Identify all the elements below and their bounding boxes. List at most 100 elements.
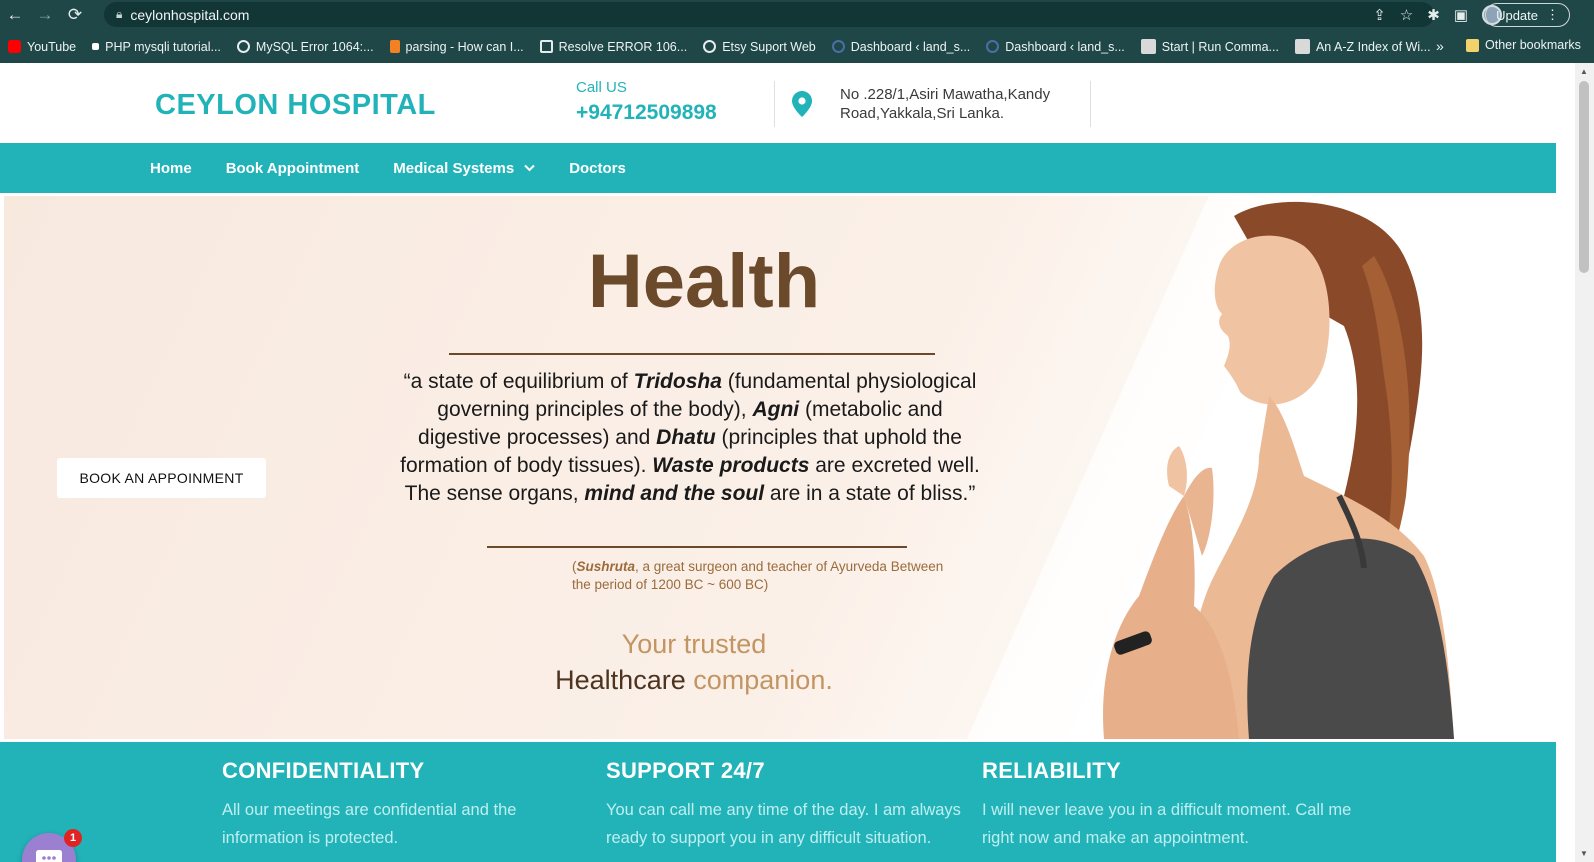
divider — [774, 81, 775, 127]
feature-title: RELIABILITY — [982, 758, 1121, 783]
quote-emphasis: Dhatu — [656, 426, 716, 449]
bookmark-item[interactable]: Start | Run Comma... — [1140, 39, 1279, 54]
divider — [1090, 81, 1091, 127]
bookmark-label: MySQL Error 1064:... — [255, 39, 374, 54]
browser-toolbar: ← → ⟳ 🔒︎ ceylonhospital.com ⇪ ☆ ✱ ▣ Upda… — [0, 0, 1594, 30]
bookmark-label: YouTube — [27, 39, 77, 54]
nav-medical-label: Medical Systems — [393, 159, 515, 177]
bookmark-item[interactable]: An A-Z Index of Wi... — [1294, 39, 1431, 54]
bookmark-label: Dashboard ‹ land_s... — [850, 39, 971, 54]
address-bar[interactable]: 🔒︎ ceylonhospital.com — [104, 2, 1434, 27]
bookmarks-bar: YouTube PHP mysqli tutorial... MySQL Err… — [0, 30, 1594, 63]
feature-support: SUPPORT 24/7 You can call me any time of… — [606, 758, 976, 852]
site-logo[interactable]: CEYLON HOSPITAL — [155, 89, 436, 122]
scrollbar-thumb[interactable] — [1579, 81, 1589, 273]
page-scrollbar[interactable]: ▲ ▼ — [1575, 63, 1594, 862]
nav-book-appointment[interactable]: Book Appointment — [226, 160, 360, 177]
bookmark-item[interactable]: Dashboard ‹ land_s... — [831, 39, 971, 54]
stackoverflow-icon — [389, 40, 400, 53]
bookmark-label: PHP mysqli tutorial... — [105, 39, 221, 54]
update-button[interactable]: Update ⋮ — [1485, 3, 1570, 27]
feature-reliability: RELIABILITY I will never leave you in a … — [982, 758, 1352, 852]
reload-icon[interactable]: ⟳ — [60, 0, 90, 30]
extensions-icon[interactable]: ✱ — [1427, 6, 1440, 24]
quote-attribution: (Sushruta, a great surgeon and teacher o… — [572, 558, 952, 594]
other-bookmarks-label: Other bookmarks — [1485, 38, 1581, 52]
nav-book-label: Book Appointment — [225, 159, 360, 177]
forward-icon[interactable]: → — [30, 0, 60, 30]
book-appointment-button[interactable]: BOOK AN APPOINMENT — [57, 458, 266, 498]
bookmark-item[interactable]: MySQL Error 1064:... — [236, 39, 374, 54]
web-page: CEYLON HOSPITAL Call US +94712509898 No … — [0, 63, 1575, 862]
quote-text: “a state of equilibrium of — [403, 370, 634, 393]
bookmark-label: parsing - How can I... — [405, 39, 524, 54]
notification-badge: 1 — [64, 829, 82, 847]
feature-text: All our meetings are confidential and th… — [222, 801, 517, 847]
bookmark-item[interactable]: PHP mysqli tutorial... — [92, 40, 221, 54]
more-bookmarks-icon[interactable]: » — [1436, 38, 1444, 54]
address-text: No .228/1,Asiri Mawatha,Kandy Road,Yakka… — [840, 86, 1051, 122]
hero-title: Health — [587, 239, 821, 324]
chat-bubble-icon — [36, 850, 62, 862]
bookmark-label: An A-Z Index of Wi... — [1315, 39, 1431, 54]
scroll-up-icon[interactable]: ▲ — [1580, 67, 1588, 76]
location-pin-icon — [792, 91, 812, 117]
youtube-icon — [8, 40, 21, 53]
page-icon — [92, 43, 100, 50]
tagline-dark: Healthcare — [555, 665, 686, 695]
lock-icon: 🔒︎ — [116, 7, 123, 21]
feature-confidentiality: CONFIDENTIALITY All our meetings are con… — [222, 758, 592, 852]
bookmark-label: Dashboard ‹ land_s... — [1005, 39, 1125, 54]
feature-text: I will never leave you in a difficult mo… — [982, 801, 1352, 847]
url-text: ceylonhospital.com — [130, 6, 250, 23]
divider — [449, 353, 935, 355]
feature-text: You can call me any time of the day. I a… — [606, 801, 961, 847]
globe-icon — [703, 40, 717, 53]
phone-number[interactable]: +94712509898 — [576, 101, 717, 125]
share-icon[interactable]: ⇪ — [1373, 6, 1386, 24]
wordpress-icon — [831, 40, 845, 53]
feature-title: SUPPORT 24/7 — [606, 758, 765, 783]
bookmark-item[interactable]: YouTube — [8, 40, 76, 54]
feature-title: CONFIDENTIALITY — [222, 758, 425, 783]
back-icon[interactable]: ← — [0, 0, 30, 30]
menu-kebab-icon: ⋮ — [1546, 7, 1559, 22]
folder-icon — [1466, 38, 1479, 52]
nav-home[interactable]: Home — [150, 160, 192, 177]
bookmark-item[interactable]: Resolve ERROR 106... — [539, 39, 688, 54]
bookmark-item[interactable]: parsing - How can I... — [389, 39, 524, 54]
quote-emphasis: mind and the soul — [584, 482, 765, 505]
update-label: Update — [1496, 7, 1538, 23]
other-bookmarks[interactable]: Other bookmarks — [1466, 38, 1581, 52]
quote-emphasis: Tridosha — [633, 370, 722, 393]
site-icon — [539, 40, 553, 53]
bookmark-label: Start | Run Comma... — [1161, 39, 1279, 54]
star-icon[interactable]: ☆ — [1400, 6, 1413, 24]
nav-doctors-label: Doctors — [569, 159, 626, 177]
page-icon — [1140, 39, 1156, 54]
side-panel-icon[interactable]: ▣ — [1454, 6, 1468, 24]
chevron-down-icon — [524, 164, 535, 172]
bookmark-label: Resolve ERROR 106... — [558, 39, 688, 54]
quote-emphasis: Waste products — [652, 454, 810, 477]
page-icon — [1294, 39, 1310, 54]
hero-section: BOOK AN APPOINMENT Health “a state of eq… — [4, 196, 1546, 739]
nav-home-label: Home — [150, 159, 192, 177]
quote-text: are in a state of bliss.” — [764, 482, 976, 505]
bookmark-label: Etsy Suport Web — [722, 39, 816, 54]
nav-doctors[interactable]: Doctors — [569, 160, 626, 177]
nav-medical-systems[interactable]: Medical Systems — [393, 160, 535, 177]
call-label: Call US — [576, 79, 627, 96]
divider — [487, 546, 907, 548]
features-strip: CONFIDENTIALITY All our meetings are con… — [0, 742, 1556, 862]
bookmark-item[interactable]: Dashboard ‹ land_s... — [986, 40, 1125, 54]
quote-emphasis: Agni — [752, 398, 800, 421]
scroll-down-icon[interactable]: ▼ — [1580, 849, 1588, 858]
wordpress-icon — [986, 40, 1000, 53]
bookmark-item[interactable]: Etsy Suport Web — [703, 40, 816, 54]
tagline-line1: Your trusted — [621, 629, 767, 659]
hero-tagline: Your trusted Healthcare companion. — [474, 626, 914, 698]
tagline-gold: companion. — [693, 665, 833, 695]
hero-quote: “a state of equilibrium of Tridosha (fun… — [400, 368, 980, 508]
site-header: CEYLON HOSPITAL Call US +94712509898 No … — [0, 63, 1575, 143]
